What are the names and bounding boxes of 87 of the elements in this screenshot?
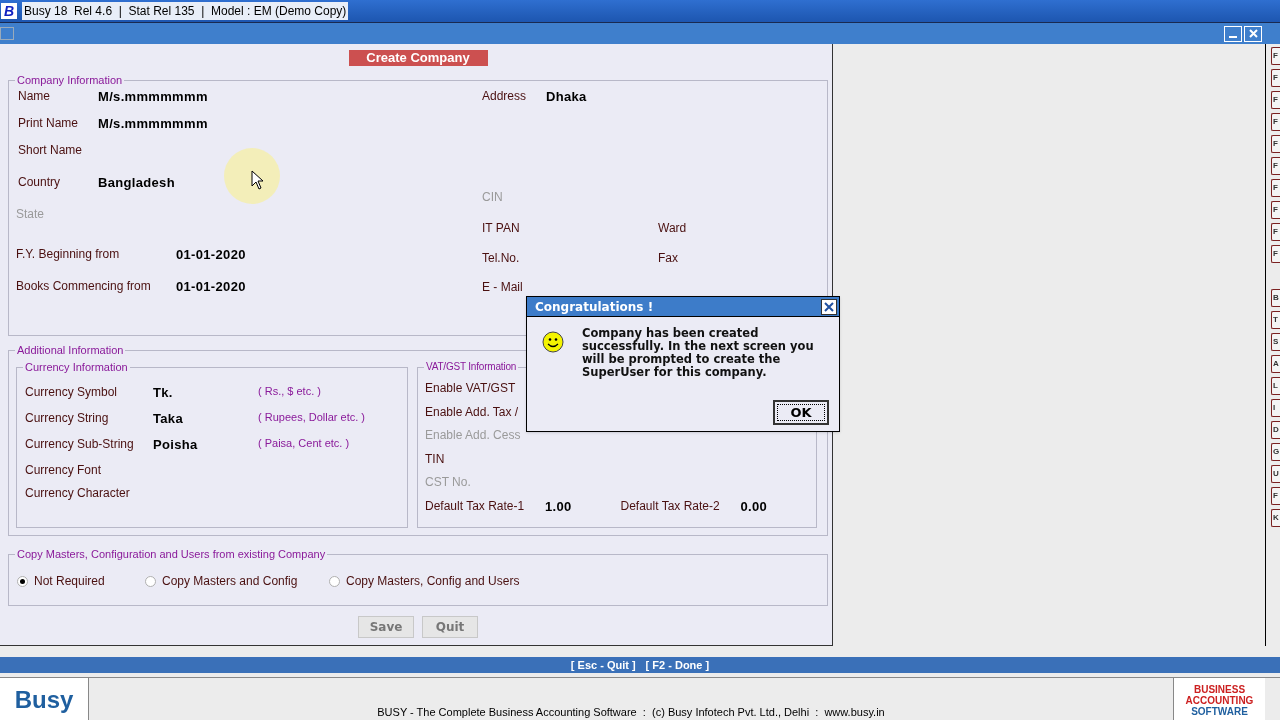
field-label: Currency Symbol xyxy=(25,384,119,401)
side-key-button[interactable]: F xyxy=(1271,201,1280,219)
dialog-title: Congratulations ! xyxy=(535,298,654,316)
key-hint: [ Esc - Quit ] xyxy=(570,658,636,673)
field-hint: ( Rupees, Dollar etc. ) xyxy=(258,410,365,425)
side-key-button[interactable]: T xyxy=(1271,311,1280,329)
side-key-button[interactable]: I xyxy=(1271,399,1280,417)
footer-logo: Busy xyxy=(0,678,89,720)
radio-option[interactable]: Copy Masters, Config and Users xyxy=(329,572,520,590)
field-label: CIN xyxy=(482,189,504,206)
tagline-word: SOFTWARE xyxy=(1191,705,1248,717)
side-key-button[interactable]: K xyxy=(1271,509,1280,527)
field-label: F.Y. Beginning from xyxy=(16,246,121,263)
field-label: E - Mail xyxy=(482,279,524,296)
field-label: Fax xyxy=(658,250,678,267)
field-value[interactable]: Tk. xyxy=(153,385,173,400)
ok-button[interactable]: OK xyxy=(773,400,829,425)
side-key-button[interactable]: F xyxy=(1271,69,1280,87)
field-label: IT PAN xyxy=(482,220,521,237)
radio-option[interactable]: Copy Masters and Config xyxy=(145,572,329,590)
field-value[interactable]: Taka xyxy=(153,411,183,426)
radio-button[interactable] xyxy=(329,575,340,587)
field-value[interactable]: Dhaka xyxy=(546,87,587,107)
field-label: State xyxy=(16,206,46,223)
field-value[interactable]: 0.00 xyxy=(740,496,768,516)
field-value[interactable]: 01-01-2020 xyxy=(176,245,246,265)
form-title: Create Company xyxy=(348,50,488,66)
field-label: Short Name xyxy=(18,142,84,159)
field-value[interactable]: M/s.mmmmmmm xyxy=(98,87,208,107)
field-label: Address xyxy=(482,88,528,105)
field-value[interactable]: M/s.mmmmmmm xyxy=(98,114,208,134)
side-key-button[interactable]: B xyxy=(1271,289,1280,307)
side-key-button[interactable]: F xyxy=(1271,245,1280,263)
field-label: Currency Font xyxy=(25,462,103,479)
tagline-word: ACCOUNTING xyxy=(1185,694,1254,706)
side-key-button[interactable]: U xyxy=(1271,465,1280,483)
side-key-button[interactable]: F xyxy=(1271,135,1280,153)
close-icon xyxy=(824,301,834,312)
field-value[interactable]: 1.00 xyxy=(545,496,572,516)
field-label: Enable Add. Tax / xyxy=(425,404,519,419)
field-label: Default Tax Rate-1 xyxy=(425,497,526,515)
key-hint: [ F2 - Done ] xyxy=(645,658,710,673)
side-key-button[interactable]: D xyxy=(1271,421,1280,439)
radio-button[interactable] xyxy=(145,575,156,587)
side-key-button[interactable]: F xyxy=(1271,91,1280,109)
dialog-message: Company has been created successfully. In the next screen you will be prompted to create the SuperUser for this company. xyxy=(582,327,815,379)
field-label: CST No. xyxy=(425,475,471,489)
field-label: Name xyxy=(18,88,51,105)
field-label: Print Name xyxy=(18,115,80,132)
close-icon xyxy=(1248,29,1258,38)
side-key-button[interactable]: S xyxy=(1271,333,1280,351)
field-label: Country xyxy=(18,174,62,191)
field-value[interactable]: Bangladesh xyxy=(98,173,175,193)
radio-option[interactable]: Not Required xyxy=(17,572,145,590)
field-label: Currency String xyxy=(25,410,110,427)
side-key-button[interactable]: L xyxy=(1271,377,1280,395)
minimize-button[interactable] xyxy=(1224,25,1242,42)
field-value[interactable]: Poisha xyxy=(153,437,198,452)
close-button[interactable] xyxy=(821,298,837,315)
field-label: Ward xyxy=(658,220,687,237)
form-button[interactable]: Quit xyxy=(422,616,478,638)
field-label: Enable Add. Cess xyxy=(425,428,521,442)
side-key-button[interactable]: F xyxy=(1271,179,1280,197)
form-button[interactable]: Save xyxy=(358,616,414,638)
side-key-button[interactable]: F xyxy=(1271,157,1280,175)
field-label: Default Tax Rate-2 xyxy=(620,497,721,515)
window-title: Busy 18 Rel 4.6 | Stat Rel 135 | Model : EM (Demo Copy) xyxy=(22,2,349,20)
radio-button[interactable] xyxy=(17,575,28,587)
app-logo-icon: B xyxy=(1,3,17,19)
smiley-icon xyxy=(542,331,564,353)
field-label: Books Commencing from xyxy=(16,278,152,295)
field-label: Enable VAT/GST xyxy=(425,381,516,395)
field-label: TIN xyxy=(425,451,445,466)
field-hint: ( Rs., $ etc. ) xyxy=(258,384,321,399)
side-key-button[interactable]: F xyxy=(1271,47,1280,65)
field-hint: ( Paisa, Cent etc. ) xyxy=(258,436,350,451)
footer-text: BUSY - The Complete Business Accounting Software : (c) Busy Infotech Pvt. Ltd., Delhi : www.busy.in xyxy=(376,705,886,720)
side-key-button[interactable]: F xyxy=(1271,223,1280,241)
side-key-button[interactable]: F xyxy=(1271,113,1280,131)
field-value[interactable]: 01-01-2020 xyxy=(176,277,246,297)
field-label: Currency Sub-String xyxy=(25,436,135,453)
field-label: Currency Character xyxy=(25,485,131,502)
field-label: Tel.No. xyxy=(482,250,521,267)
side-key-button[interactable]: A xyxy=(1271,355,1280,373)
side-key-button[interactable]: F xyxy=(1271,487,1280,505)
side-key-button[interactable]: G xyxy=(1271,443,1280,461)
tagline-word: BUSINESS xyxy=(1193,683,1246,695)
